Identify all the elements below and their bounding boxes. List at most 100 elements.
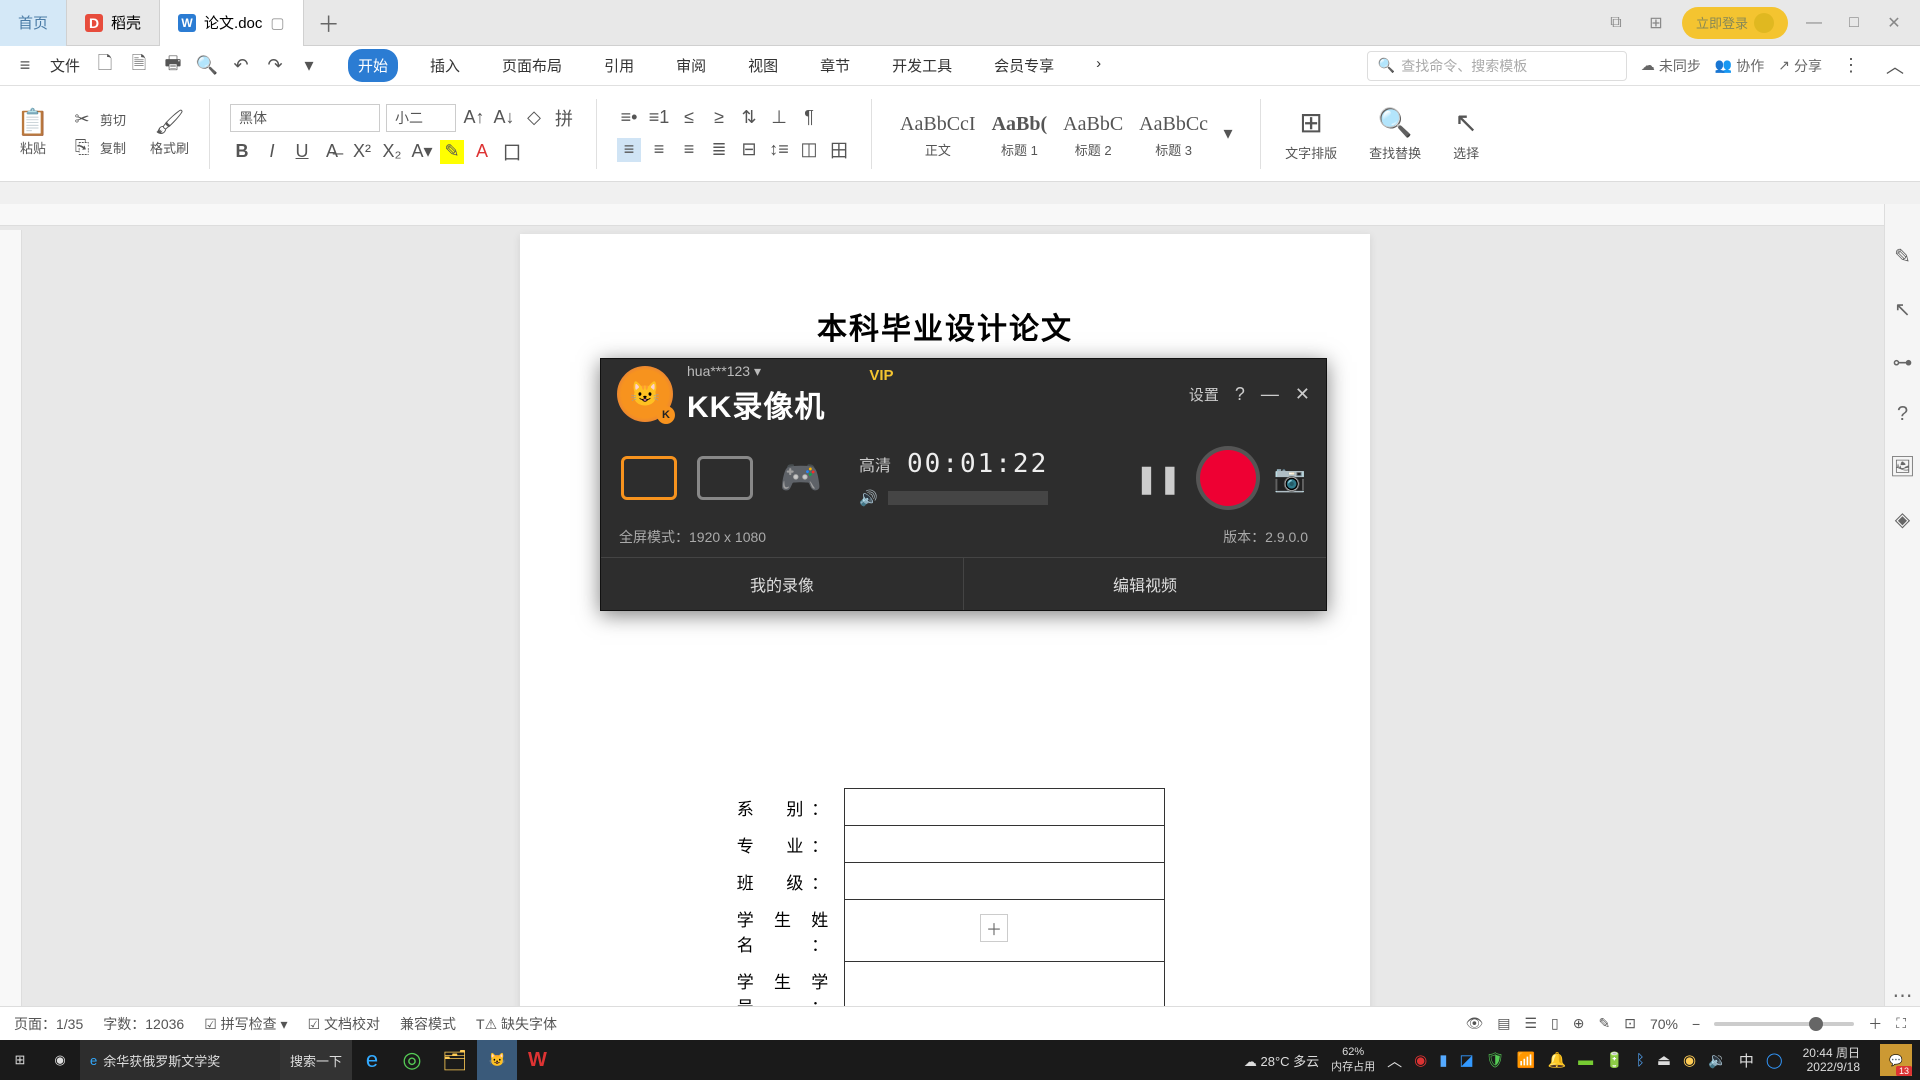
notification-center[interactable]: 💬13 (1880, 1044, 1912, 1076)
tab-review[interactable]: 审阅 (666, 49, 716, 82)
tab-pagelayout[interactable]: 页面布局 (492, 49, 572, 82)
taskbar-ie[interactable]: e (352, 1040, 392, 1080)
pen-tool-icon[interactable]: ✎ (1894, 244, 1911, 269)
sync-status[interactable]: ☁ 未同步 (1641, 56, 1701, 76)
kk-quality[interactable]: 高清 (859, 452, 891, 476)
share-button[interactable]: ↗ 分享 (1778, 56, 1822, 76)
taskbar-explorer[interactable]: 🗂 (432, 1040, 477, 1080)
collab-button[interactable]: 👥 协作 (1715, 56, 1764, 76)
tab-home[interactable]: 首页 (0, 0, 67, 46)
layout-icon[interactable]: ⧉ (1602, 9, 1630, 37)
view-read-icon[interactable]: ▯ (1551, 1015, 1559, 1032)
outdent-button[interactable]: ≤ (677, 106, 701, 130)
style-h2[interactable]: 标题 2 (1075, 140, 1112, 159)
tab-add[interactable]: ＋ (304, 7, 354, 39)
zoom-out-button[interactable]: − (1692, 1016, 1700, 1032)
memory-widget[interactable]: 62%内存占用 (1331, 1046, 1375, 1074)
grid-icon[interactable]: ⊞ (1642, 9, 1670, 37)
texteffect-button[interactable]: A▾ (410, 140, 434, 164)
grow-font-icon[interactable]: A↑ (462, 106, 486, 130)
kk-vip-badge[interactable]: VIP (869, 367, 893, 384)
bold-button[interactable]: B (230, 140, 254, 164)
table-addcol-button[interactable]: ＋ (980, 914, 1008, 942)
tab-member[interactable]: 会员专享 (984, 49, 1064, 82)
tray-battery-icon[interactable]: 🔋 (1605, 1051, 1624, 1069)
align-center-button[interactable]: ≡ (647, 138, 671, 162)
kk-pause-button[interactable]: ❚❚ (1135, 462, 1182, 495)
help-tool-icon[interactable]: ? (1897, 403, 1908, 426)
shrink-font-icon[interactable]: A↓ (492, 106, 516, 130)
bullets-button[interactable]: ≡• (617, 106, 641, 130)
align-right-button[interactable]: ≡ (677, 138, 701, 162)
more-tools-icon[interactable]: ⋯ (1893, 983, 1913, 1008)
taskbar-wps[interactable]: W (517, 1040, 557, 1080)
kk-minimize-button[interactable]: — (1261, 384, 1279, 405)
print-icon[interactable]: 🖶 (158, 51, 188, 81)
field-dept-value[interactable] (845, 789, 1165, 826)
tab-view[interactable]: 视图 (738, 49, 788, 82)
spellcheck-button[interactable]: ☑ 拼写检查 ▾ (204, 1014, 287, 1034)
tray-app2-icon[interactable]: ▮ (1439, 1051, 1447, 1069)
style-h1[interactable]: 标题 1 (1001, 140, 1038, 159)
underline-button[interactable]: U (290, 140, 314, 164)
tray-nvidia-icon[interactable]: ▬ (1578, 1052, 1593, 1069)
tab-window-icon[interactable]: ▢ (270, 14, 284, 32)
kk-record-button[interactable] (1200, 450, 1256, 506)
field-class-value[interactable] (845, 863, 1165, 900)
settings-tool-icon[interactable]: ⊶ (1893, 350, 1913, 375)
tray-shield-icon[interactable]: 🛡 (1486, 1051, 1505, 1069)
style-body[interactable]: 正文 (925, 140, 951, 159)
undo-icon[interactable]: ↶ (226, 51, 256, 81)
kk-titlebar[interactable]: 😺 hua***123 ▾ KK录像机 VIP 设置 ? — ✕ (601, 359, 1326, 429)
ruler-horizontal[interactable] (0, 204, 1884, 226)
tray-app5-icon[interactable]: ◯ (1766, 1051, 1783, 1069)
more-menu-icon[interactable]: ⋮ (1836, 51, 1866, 81)
ruler-vertical[interactable] (0, 230, 22, 1028)
kk-mode-region[interactable] (697, 456, 753, 500)
kk-close-button[interactable]: ✕ (1295, 384, 1310, 405)
speaker-icon[interactable]: 🔊 (859, 489, 878, 507)
borders-button[interactable]: 田 (827, 138, 851, 162)
more-qat-icon[interactable]: ▾ (294, 51, 324, 81)
subscript-button[interactable]: X₂ (380, 140, 404, 164)
tray-bell-icon[interactable]: 🔔 (1547, 1051, 1566, 1069)
fit-icon[interactable]: ⊡ (1624, 1015, 1636, 1032)
compat-mode[interactable]: 兼容模式 (400, 1014, 456, 1034)
tray-app3-icon[interactable]: ◪ (1460, 1051, 1474, 1069)
saveas-icon[interactable]: 🗎 (124, 51, 154, 81)
shading-button[interactable]: ◫ (797, 138, 821, 162)
command-search[interactable]: 🔍查找命令、搜索模板 (1367, 51, 1627, 81)
align-left-button[interactable]: ≡ (617, 138, 641, 162)
maximize-button[interactable]: □ (1840, 9, 1868, 37)
select-tool-icon[interactable]: ↖ (1894, 297, 1911, 322)
superscript-button[interactable]: X² (350, 140, 374, 164)
font-select[interactable]: 黑体 (230, 104, 380, 132)
paste-button[interactable]: 粘贴 (20, 138, 46, 157)
tab-chapter[interactable]: 章节 (810, 49, 860, 82)
formatpainter-button[interactable]: 格式刷 (150, 138, 189, 157)
align-distribute-button[interactable]: ⊟ (737, 138, 761, 162)
collapse-ribbon-icon[interactable]: ︿ (1880, 51, 1910, 81)
select-button[interactable]: ↖选择 (1441, 106, 1491, 162)
tray-bluetooth-icon[interactable]: ᛒ (1636, 1052, 1645, 1069)
style-h3[interactable]: 标题 3 (1155, 140, 1192, 159)
highlight-button[interactable]: ✎ (440, 140, 464, 164)
eye-icon[interactable]: 👁 (1465, 1015, 1483, 1032)
textlayout-button[interactable]: ⊞文字排版 (1273, 106, 1349, 162)
kk-help-button[interactable]: ? (1235, 384, 1245, 405)
view-outline-icon[interactable]: ☰ (1524, 1015, 1537, 1032)
document-page[interactable]: 本科毕业设计论文 系 别： 专 业： 班 级： 学生姓名： 学生学号： 指导教师… (520, 234, 1370, 1028)
taskbar-search[interactable]: e 余华获俄罗斯文学奖 (80, 1040, 280, 1080)
phonetic-icon[interactable]: 拼 (552, 106, 576, 130)
cut-button[interactable]: ✂剪切 (70, 108, 126, 132)
showmarks-button[interactable]: ¶ (797, 106, 821, 130)
numbering-button[interactable]: ≡1 (647, 106, 671, 130)
minimize-button[interactable]: — (1800, 9, 1828, 37)
fontsize-select[interactable]: 小二 (386, 104, 456, 132)
align-justify-button[interactable]: ≣ (707, 138, 731, 162)
login-button[interactable]: 立即登录 (1682, 7, 1788, 39)
kk-settings-button[interactable]: 设置 (1189, 384, 1219, 405)
proofing-button[interactable]: ☑ 文档校对 (308, 1014, 380, 1034)
start-button[interactable]: ⊞ (0, 1040, 40, 1080)
save-icon[interactable]: 🗋 (90, 51, 120, 81)
